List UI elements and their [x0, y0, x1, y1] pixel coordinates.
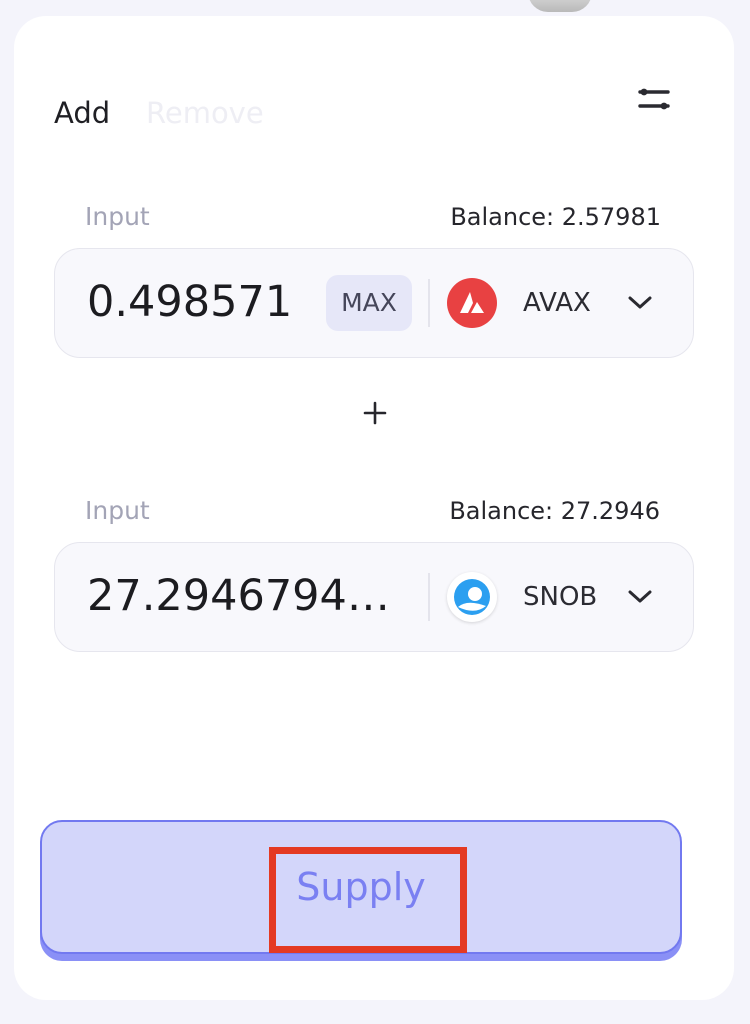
token-select-avax[interactable]: AVAX — [447, 263, 687, 343]
first-balance: Balance: 2.57981 — [450, 203, 661, 231]
first-input-box: 0.498571 MAX AVAX — [54, 248, 694, 358]
tab-remove[interactable]: Remove — [146, 96, 264, 130]
avax-logo-icon — [447, 278, 497, 328]
top-decoration — [528, 0, 592, 12]
second-input-box: 27.29467940... SNOB — [54, 542, 694, 652]
chevron-down-icon — [628, 296, 652, 309]
tab-add[interactable]: Add — [54, 96, 110, 130]
second-balance: Balance: 27.2946 — [449, 497, 660, 525]
highlight-box — [269, 847, 467, 953]
token-select-snob[interactable]: SNOB — [447, 557, 687, 637]
plus-icon — [363, 401, 387, 425]
first-amount-input[interactable]: 0.498571 — [87, 249, 292, 356]
divider — [428, 573, 430, 621]
snob-logo-icon — [447, 572, 497, 622]
max-button[interactable]: MAX — [326, 275, 412, 331]
first-input-label: Input — [85, 202, 150, 231]
token-symbol: AVAX — [523, 288, 591, 318]
second-input-label: Input — [85, 496, 150, 525]
settings-button[interactable] — [636, 82, 672, 118]
page: Add Remove Input Balance: 2.57981 0.4985… — [0, 0, 750, 1024]
token-symbol: SNOB — [523, 582, 598, 612]
divider — [428, 279, 430, 327]
sliders-icon — [638, 88, 670, 110]
chevron-down-icon — [628, 590, 652, 603]
second-amount-input[interactable]: 27.29467940... — [87, 543, 409, 650]
